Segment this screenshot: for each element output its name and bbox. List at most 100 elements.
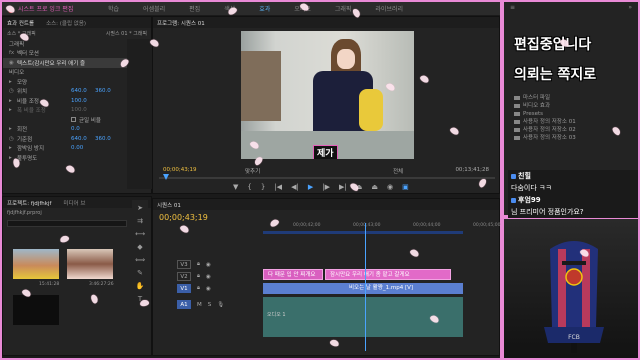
webcam-view: FCB: [504, 219, 638, 358]
tree-item-5[interactable]: 사용자 정의 저장소 02: [514, 126, 576, 134]
tab-project[interactable]: 프로젝트: fjdjfhkjf: [7, 199, 51, 207]
subtitle: 제가: [313, 145, 338, 159]
ruler-tick-1: 00;00;42;00: [293, 223, 321, 228]
pen-tool-icon[interactable]: ✎: [135, 268, 145, 278]
mark-out-bracket-icon[interactable]: }: [261, 183, 265, 191]
tree-item-1[interactable]: 마스터 파일: [514, 94, 576, 102]
menu-libraries[interactable]: 라이브러리: [375, 4, 403, 13]
track-header-v1[interactable]: V1 🔒︎ ◉: [171, 283, 263, 294]
tab-source[interactable]: 소스: (클립 없음): [46, 19, 86, 27]
ruler-tick-3: 00;00;44;00: [413, 223, 441, 228]
effect-controls-tabbar: 효과 컨트롤 소스: (클립 없음): [3, 17, 151, 28]
scene-person-face: [337, 49, 355, 69]
razor-tool-icon[interactable]: ◆: [135, 242, 145, 252]
safe-margins-icon[interactable]: ▣: [402, 183, 409, 191]
lock-icon: 🔒︎: [197, 261, 200, 267]
effects-tree: 마스터 파일 비디오 효과 Presets 사용자 정의 저장소 01 사용자 …: [514, 94, 576, 142]
tools-panel: ➤ ⇉ ⟷ ◆ ⟺ ✎ ✋ T: [132, 200, 148, 350]
step-back-icon[interactable]: ◀|: [291, 183, 299, 191]
eye-icon: ◉: [205, 273, 211, 280]
expand-icon[interactable]: »: [628, 4, 632, 12]
menu-icon[interactable]: ≡: [510, 4, 515, 12]
program-video-frame[interactable]: 제가: [241, 31, 414, 159]
tab-effect-controls[interactable]: 효과 컨트롤: [7, 19, 34, 27]
extract-icon[interactable]: ⏏: [371, 183, 378, 191]
fx-icon: fx: [9, 50, 15, 57]
timeline-timecode[interactable]: 00;00;43;19: [159, 213, 208, 222]
tab-media-browser[interactable]: 미디어 브: [63, 199, 85, 207]
mic-icon: 🎙︎: [217, 301, 225, 308]
step-forward-icon[interactable]: |▶: [322, 183, 330, 191]
menu-edit[interactable]: 편집: [189, 4, 200, 13]
export-frame-icon[interactable]: ◉: [387, 183, 393, 191]
transport-controls: ▼ { } |◀ ◀| ▶ |▶ ▶| ⏏ ⏏ ◉ ▣: [233, 183, 409, 191]
timeline-ruler[interactable]: 00;00;42;00 00;00;43;00 00;00;44;00 00;0…: [263, 223, 501, 235]
svg-text:FCB: FCB: [568, 334, 580, 341]
menu-assembly[interactable]: 어셈블리: [143, 4, 165, 13]
timeline-playhead[interactable]: [365, 223, 366, 351]
go-to-in-icon[interactable]: |◀: [274, 183, 282, 191]
gaming-chair: FCB: [544, 241, 604, 353]
clip-v1[interactable]: 비오는 날 활쨩_1.mp4 [V]: [263, 283, 463, 294]
tab-program[interactable]: 프로그램: 시퀀스 01: [157, 19, 205, 27]
project-thumb-3[interactable]: [13, 295, 59, 325]
go-to-out-icon[interactable]: ▶|: [339, 183, 347, 191]
sequence-label[interactable]: 시퀀스 01 * 그래픽: [106, 30, 147, 37]
hand-tool-icon[interactable]: ✋: [135, 281, 145, 291]
chat-panel: ≡ » 편집중입니다 의뢰는 쪽지로 마스터 파일 비디오 효과 Presets…: [504, 2, 638, 218]
track-header-v3[interactable]: V3 🔒︎ ◉: [171, 259, 263, 270]
tab-sequence[interactable]: 시퀀스 01: [157, 201, 181, 209]
tree-item-6[interactable]: 사용자 정의 저장소 03: [514, 134, 576, 142]
badge-icon: [511, 197, 516, 203]
tree-item-4[interactable]: 사용자 정의 저장소 01: [514, 118, 576, 126]
fit-dropdown[interactable]: 맞추기: [245, 167, 260, 175]
scene-shelf: [241, 51, 281, 121]
mark-in-bracket-icon[interactable]: {: [247, 183, 251, 191]
project-file-name: fjdjfhkjf.prproj: [7, 210, 42, 216]
program-tabbar: 프로그램: 시퀀스 01: [153, 17, 499, 28]
selection-tool-icon[interactable]: ➤: [135, 203, 145, 213]
thumb-2-duration: 3:46:27:26: [89, 282, 114, 287]
chat-toolbar: ≡ »: [504, 2, 638, 14]
program-timecode-row: 00;00;43;19 맞추기 전체 00;13;41;28: [153, 167, 499, 177]
overlay-title-line2: 의뢰는 쪽지로: [514, 67, 597, 83]
thumb-1-duration: 15:41:28: [39, 282, 60, 287]
clip-v2-b[interactable]: 잠시만요 우리 애기 좀 맡고 갈게요: [325, 269, 451, 280]
track-header-v2[interactable]: V2 🔒︎ ◉: [171, 271, 263, 282]
mark-in-icon[interactable]: ▼: [233, 183, 238, 191]
uniform-scale-checkbox[interactable]: [71, 117, 76, 123]
menu-graphics[interactable]: 그래픽: [335, 4, 352, 13]
eye-icon: ◉: [9, 59, 14, 66]
program-monitor-panel: 프로그램: 시퀀스 01 제가 00;00;43;19 맞추기 전체 00;13…: [152, 16, 500, 194]
chat-message-2: 후엄99: [508, 194, 638, 206]
keyframe-area[interactable]: [127, 39, 152, 189]
ruler-tick-4: 00;00;45;00: [473, 223, 501, 228]
menu-learn[interactable]: 학습: [108, 4, 119, 13]
ripple-edit-icon[interactable]: ⟷: [135, 229, 145, 239]
work-area-bar[interactable]: [263, 231, 463, 234]
badge-icon: [511, 173, 516, 179]
project-thumb-2[interactable]: [67, 249, 113, 279]
program-duration: 00;13;41;28: [455, 167, 489, 173]
program-timecode[interactable]: 00;00;43;19: [163, 167, 197, 173]
track-select-icon[interactable]: ⇉: [135, 216, 145, 226]
tree-item-2[interactable]: 비디오 효과: [514, 102, 576, 110]
track-header-a1[interactable]: A1 M S 🎙︎: [171, 299, 263, 310]
app-title: 시스트 프로 잉크 편집: [8, 4, 108, 13]
slip-tool-icon[interactable]: ⟺: [135, 255, 145, 265]
mute-icon: M: [197, 301, 202, 308]
project-panel: 프로젝트: fjdjfhkjf 미디어 브 fjdjfhkjf.prproj 1…: [2, 196, 152, 356]
audio-track-label: 오디오 1: [267, 312, 286, 318]
ruler-tick-2: 00;00;43;00: [353, 223, 381, 228]
project-thumb-1[interactable]: [13, 249, 59, 279]
chat-message-1-text: 다숨이다 ㅋㅋ: [511, 184, 552, 192]
tree-item-3[interactable]: Presets: [514, 110, 576, 118]
program-scrub-bar[interactable]: [159, 177, 495, 179]
menu-effects[interactable]: 효과: [259, 4, 270, 13]
project-search-input[interactable]: [7, 220, 127, 227]
quality-dropdown[interactable]: 전체: [393, 167, 403, 175]
scene-yellow-sleeve: [359, 89, 383, 131]
clip-v2-a[interactable]: 다 때문 입 안 찌개요: [263, 269, 323, 280]
play-icon[interactable]: ▶: [308, 183, 313, 191]
overlay-title-line1: 편집중입니다: [514, 37, 592, 53]
